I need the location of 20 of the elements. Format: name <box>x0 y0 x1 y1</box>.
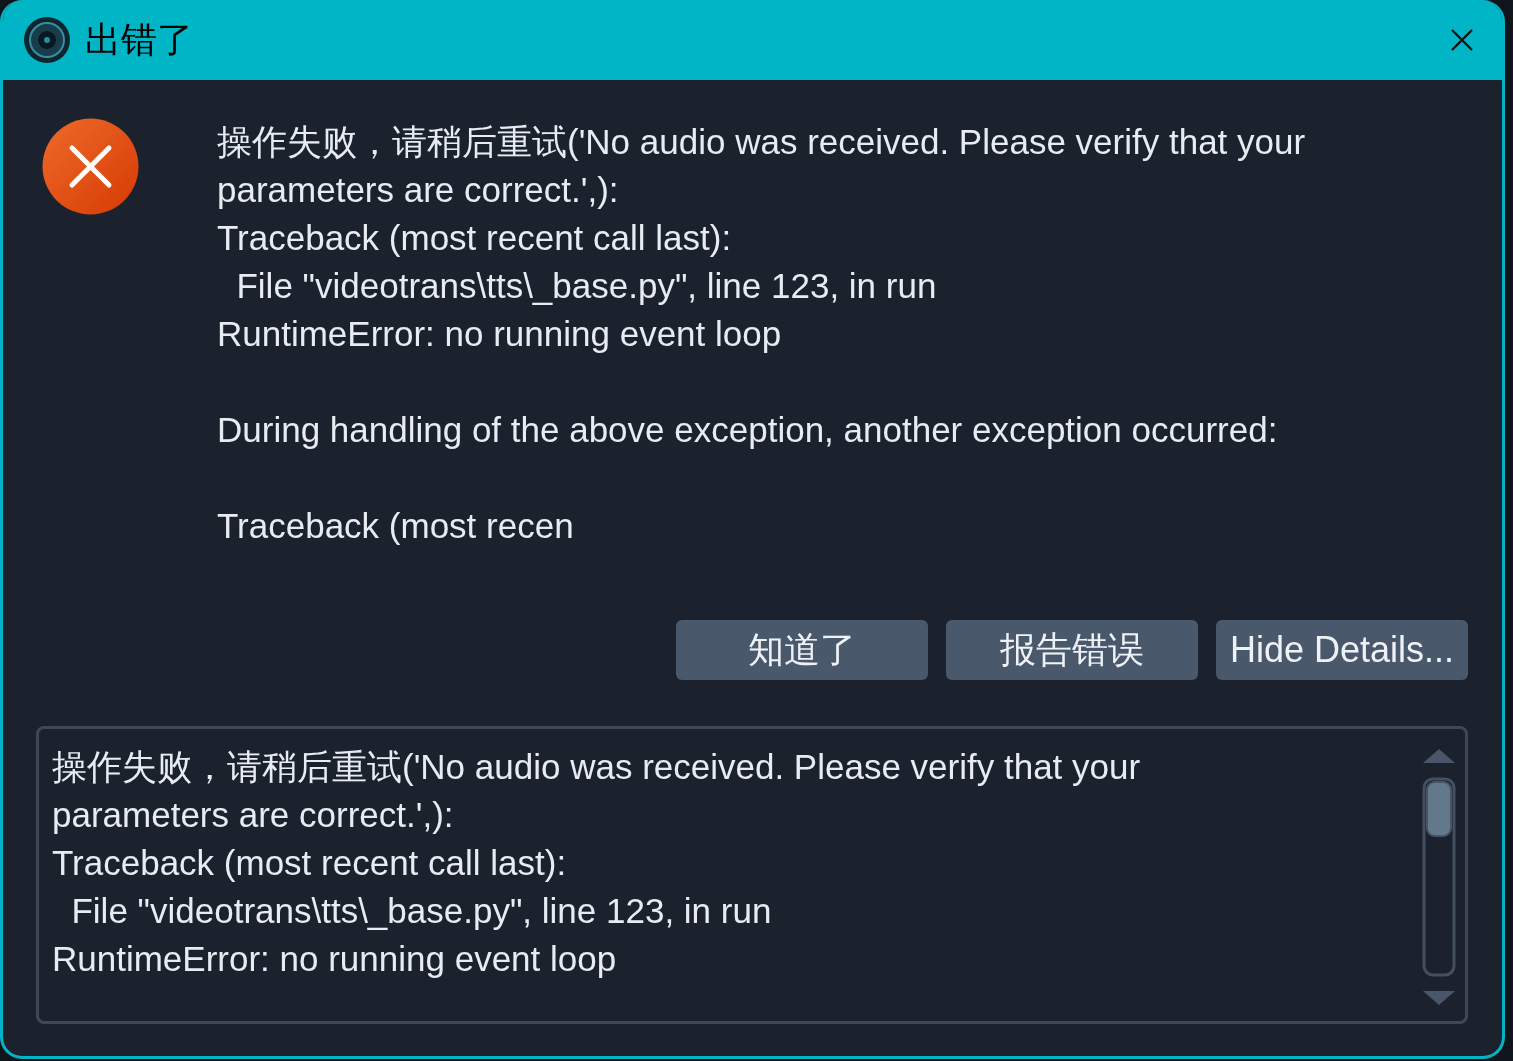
window-title: 出错了 <box>85 17 194 62</box>
details-text: parameters are correct.',): <box>52 794 455 836</box>
message-text: Traceback (most recent call last): <box>217 217 733 259</box>
dialog-button[interactable]: Hide Details... <box>1215 620 1468 680</box>
details-text: Traceback (most recent call last): <box>52 842 568 884</box>
close-icon <box>1451 29 1473 51</box>
message-text: RuntimeError: no running event loop <box>217 313 783 355</box>
dialog-button[interactable]: 报告错误 <box>945 620 1198 680</box>
camera-lens-icon <box>23 16 71 64</box>
message-text: Traceback (most recen <box>217 505 575 547</box>
details-text: 操作失败，请稍后重试('No audio was received. Please verify that your <box>52 746 1142 788</box>
message-text: 操作失败，请稍后重试('No audio was received. Please verify that your <box>217 121 1306 163</box>
details-text-area[interactable] <box>36 726 1468 1024</box>
message-text: During handling of the above exception, another exception occurred: <box>217 409 1279 451</box>
details-text: File "videotrans\tts\_base.py", line 123, in run <box>70 890 773 932</box>
error-icon <box>42 118 139 215</box>
details-text: RuntimeError: no running event loop <box>52 938 618 980</box>
dialog-button[interactable]: 知道了 <box>675 620 928 680</box>
message-text: parameters are correct.',): <box>217 169 620 211</box>
message-text: File "videotrans\tts\_base.py", line 123, in run <box>235 265 938 307</box>
